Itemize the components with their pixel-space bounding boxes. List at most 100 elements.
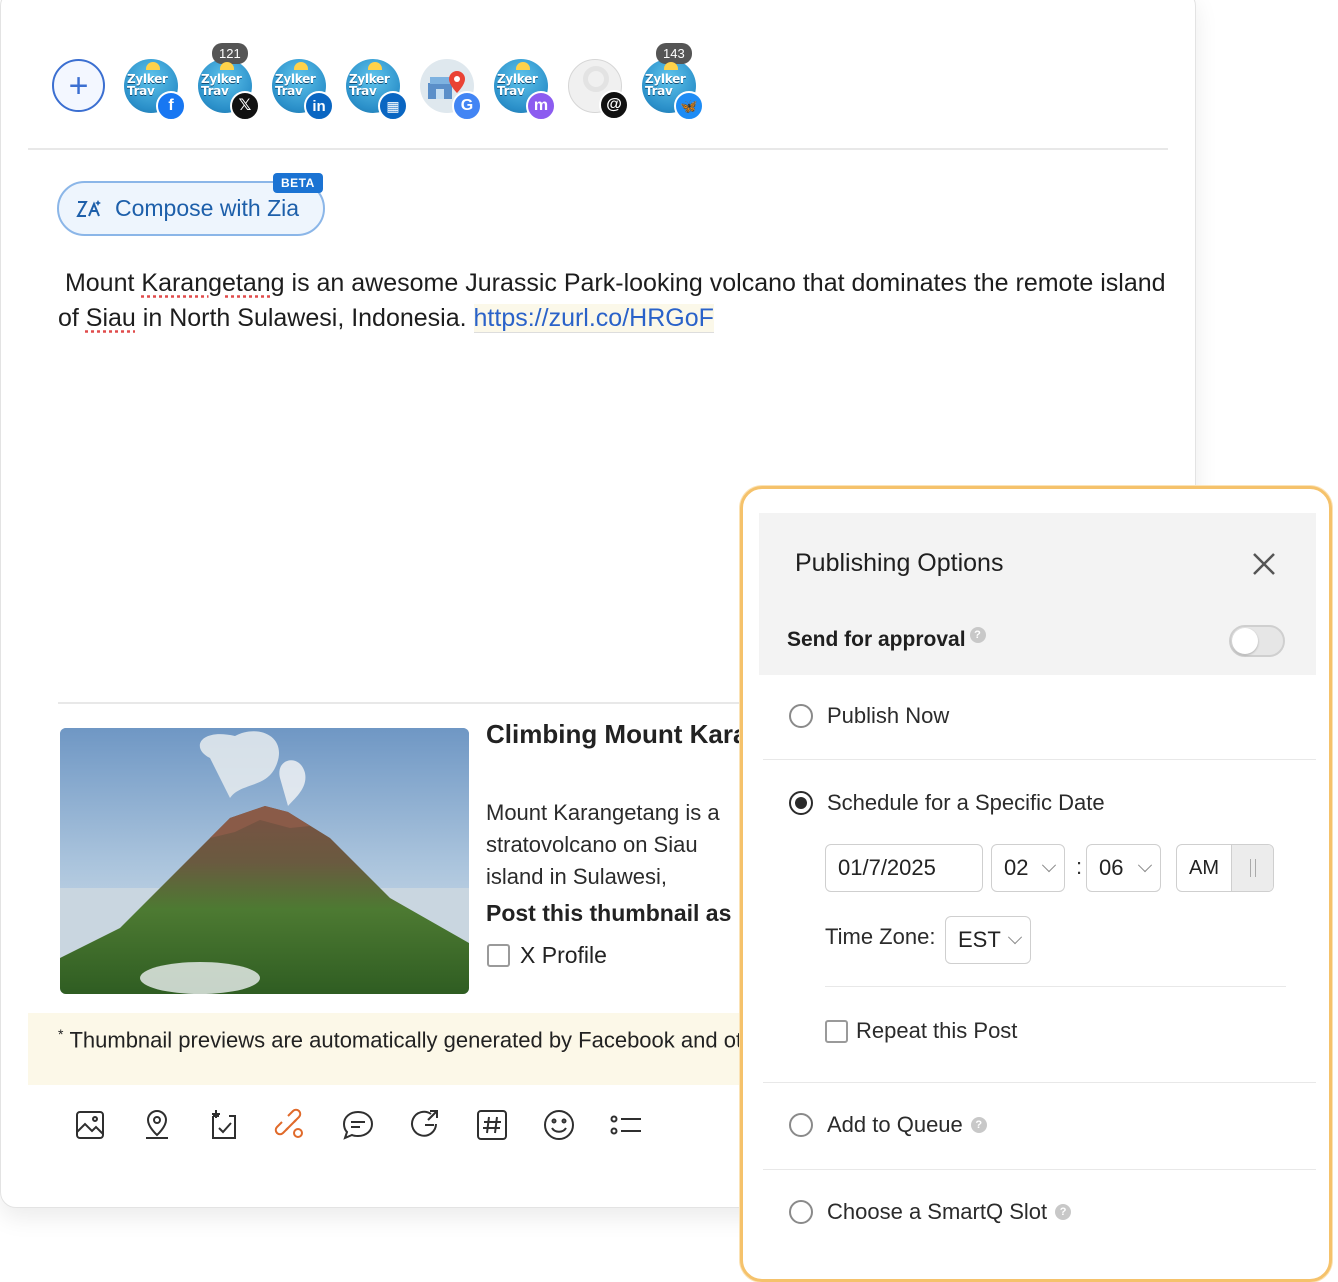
post-text-editor[interactable]: Mount Karangetang is an awesome Jurassic…	[58, 266, 1168, 336]
linkedin-icon: in	[304, 91, 334, 121]
post-link[interactable]: https://zurl.co/HRGoF	[473, 304, 714, 333]
schedule-post-icon[interactable]	[204, 1105, 244, 1145]
note-marker: *	[58, 1026, 64, 1042]
minute-select[interactable]: 06	[1086, 844, 1161, 892]
minute-value: 06	[1099, 855, 1124, 880]
profile-selector: + Zylker Trav f 121 Zylker Trav 𝕏 Zylker…	[52, 43, 752, 124]
composer-toolbar	[70, 1105, 646, 1149]
help-icon[interactable]: ?	[1055, 1204, 1072, 1220]
schedule-radio[interactable]	[789, 791, 813, 815]
panel-header: Publishing Options	[759, 513, 1316, 609]
linkedin-page-icon: ▦	[378, 91, 408, 121]
unread-count-badge: 121	[212, 43, 248, 64]
help-icon[interactable]: ?	[969, 627, 986, 643]
divider	[28, 148, 1168, 150]
chevron-down-icon	[1041, 858, 1057, 873]
divider	[763, 759, 1316, 760]
divider	[763, 1082, 1316, 1083]
repeat-post-option[interactable]: Repeat this Post	[825, 1018, 1017, 1044]
location-icon[interactable]	[137, 1105, 177, 1145]
smartq-slot-radio[interactable]	[789, 1200, 813, 1224]
link-settings-icon[interactable]	[271, 1105, 311, 1145]
am-pm-toggle[interactable]: AM	[1176, 844, 1274, 892]
sun-icon	[516, 62, 530, 70]
google-icon: G	[452, 91, 482, 121]
publish-now-label: Publish Now	[827, 703, 950, 728]
help-icon[interactable]: ?	[970, 1117, 987, 1133]
toggle-knob	[1232, 628, 1258, 654]
profile-avatar-x[interactable]: 121 Zylker Trav 𝕏	[198, 43, 260, 121]
list-icon[interactable]	[606, 1105, 646, 1145]
add-to-queue-option[interactable]: Add to Queue ?	[789, 1112, 987, 1138]
hour-select[interactable]: 02	[991, 844, 1065, 892]
preview-description: Mount Karangetang is a stratovolcano on …	[486, 800, 720, 889]
profile-avatar-google-business[interactable]: G	[420, 59, 482, 121]
schedule-label: Schedule for a Specific Date	[827, 790, 1105, 815]
x-icon: 𝕏	[230, 91, 260, 121]
approval-label: Send for approval?	[787, 627, 986, 652]
default-avatar-icon	[583, 66, 609, 92]
preview-title: Climbing Mount Karangetang in Sulawesi	[486, 719, 746, 749]
image-icon[interactable]	[70, 1105, 110, 1145]
chevron-down-icon	[1007, 930, 1023, 945]
send-for-approval-row: Send for approval?	[759, 609, 1316, 675]
timezone-label: Time Zone:	[825, 924, 936, 949]
panel-title: Publishing Options	[795, 549, 1004, 577]
post-text-part: in North Sulawesi, Indonesia.	[135, 304, 474, 332]
date-value: 01/7/2025	[838, 855, 936, 880]
profile-avatar-mastodon[interactable]: Zylker Trav m	[494, 59, 556, 121]
pm-option[interactable]	[1231, 845, 1273, 891]
note-text: Thumbnail previews are automatically gen…	[69, 1027, 748, 1053]
sun-icon	[294, 62, 308, 70]
timezone-select[interactable]: EST	[945, 916, 1031, 964]
emoji-icon[interactable]	[539, 1105, 579, 1145]
sun-icon	[664, 62, 678, 70]
zia-label: Compose with Zia	[115, 195, 300, 221]
publish-now-radio[interactable]	[789, 704, 813, 728]
unread-count-badge: 143	[656, 43, 692, 64]
hashtag-icon[interactable]	[472, 1105, 512, 1145]
approval-text: Send for approval	[787, 628, 966, 651]
schedule-option[interactable]: Schedule for a Specific Date	[789, 790, 1105, 816]
repeat-post-checkbox[interactable]	[825, 1019, 848, 1043]
chevron-down-icon	[1137, 858, 1153, 873]
timezone-value: EST	[958, 927, 1001, 952]
am-option[interactable]: AM	[1177, 845, 1231, 891]
profile-avatar-linkedin-page[interactable]: Zylker Trav ▦	[346, 59, 408, 121]
profile-avatar-bluesky[interactable]: 143 Zylker Trav 🦋	[642, 43, 704, 121]
divider	[763, 1169, 1316, 1170]
toggle-grip-icon	[1249, 859, 1256, 877]
x-profile-checkbox[interactable]	[487, 944, 510, 967]
add-profile-button[interactable]: +	[52, 59, 105, 112]
hour-value: 02	[1004, 855, 1029, 880]
publish-now-option[interactable]: Publish Now	[789, 703, 949, 729]
zia-icon	[76, 199, 101, 217]
smartq-slot-option[interactable]: Choose a SmartQ Slot ?	[789, 1199, 1072, 1225]
threads-icon: @	[599, 90, 629, 120]
sun-icon	[146, 62, 160, 70]
close-icon[interactable]	[1249, 549, 1279, 579]
comment-icon[interactable]	[338, 1105, 378, 1145]
x-profile-label: X Profile	[520, 942, 607, 968]
approval-toggle[interactable]	[1229, 625, 1285, 657]
profile-avatar-threads[interactable]: @	[568, 59, 629, 120]
divider	[58, 702, 758, 704]
profile-avatar-linkedin[interactable]: Zylker Trav in	[272, 59, 334, 121]
bluesky-icon: 🦋	[674, 91, 704, 121]
post-thumbnail-label: Post this thumbnail as image	[486, 900, 740, 926]
mastodon-icon: m	[526, 91, 556, 121]
add-to-queue-radio[interactable]	[789, 1113, 813, 1137]
repost-icon[interactable]	[405, 1105, 445, 1145]
add-to-queue-label: Add to Queue	[827, 1112, 963, 1137]
link-preview-thumbnail	[60, 728, 469, 994]
divider	[825, 986, 1286, 987]
beta-badge: BETA	[273, 173, 323, 193]
misspelled-word: Siau	[85, 304, 136, 332]
date-input[interactable]: 01/7/2025	[825, 844, 983, 892]
sun-icon	[220, 62, 234, 70]
thumbnail-note: * Thumbnail previews are automatically ge…	[58, 1026, 748, 1053]
volcano-image	[60, 728, 469, 994]
screen: + Zylker Trav f 121 Zylker Trav 𝕏 Zylker…	[0, 0, 1338, 1282]
x-profile-option[interactable]: X Profile	[487, 942, 607, 969]
profile-avatar-facebook[interactable]: Zylker Trav f	[124, 59, 186, 121]
